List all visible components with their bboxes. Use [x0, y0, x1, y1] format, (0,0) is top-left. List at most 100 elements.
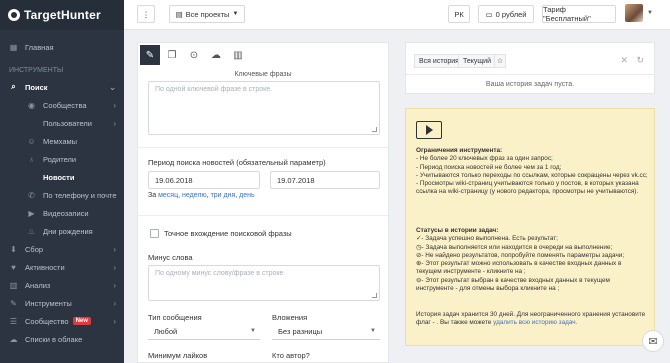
sidebar-item-main[interactable]: ▦ Главная — [0, 38, 124, 56]
sidebar-item-videos[interactable]: ▶ Видеозаписи — [0, 204, 124, 222]
menu-button[interactable]: ⋮ — [137, 5, 155, 23]
attachments-select[interactable]: Без разницы ▼ — [272, 323, 380, 340]
region-button[interactable]: РК — [448, 5, 470, 23]
sidebar-item-communities[interactable]: ◉ Сообщества › — [0, 96, 124, 114]
avatar[interactable] — [625, 4, 643, 22]
folder-icon: ▤ — [175, 9, 183, 19]
sidebar-item-cloud-lists[interactable]: ☁ Списки в облаке — [0, 330, 124, 348]
more-icon: ⋮ — [142, 9, 150, 19]
statuses-title: Статусы в истории задач: — [416, 227, 499, 234]
period-label: Период поиска новостей (обязательный пар… — [148, 158, 326, 167]
cake-icon: ♨ — [27, 226, 36, 236]
tool-info-panel: Ограничения инструмента: - Не более 20 к… — [405, 108, 655, 346]
cloud-icon: ☁ — [9, 334, 18, 344]
book-icon: ▥ — [233, 49, 243, 61]
quick-period-links: За месяц, неделю, три дня, день — [148, 192, 255, 199]
top-bar: ⋮ ▤ Все проекты ▼ РК ▭ 0 рублей Тариф "Б… — [124, 0, 670, 30]
caret-down-icon: ▼ — [250, 328, 256, 334]
grid-icon: ▦ — [9, 42, 18, 52]
video-tutorial-icon[interactable] — [416, 121, 442, 139]
chat-button[interactable]: ✉ — [642, 330, 664, 352]
task-history: Вся история Текущий ☆ ✕ ↻ Ваша история з… — [405, 42, 655, 94]
sidebar-item-birthdays[interactable]: ♨ Дни рождения — [0, 222, 124, 240]
caret-down-icon[interactable]: ▼ — [647, 10, 653, 16]
chevron-right-icon: › — [113, 316, 116, 326]
message-type-select[interactable]: Любой ▼ — [148, 323, 260, 340]
location-icon: ⊙ — [189, 49, 199, 61]
video-icon: ▶ — [28, 208, 35, 218]
new-badge: New — [72, 317, 91, 325]
period-day-link[interactable]: день — [239, 192, 255, 199]
sidebar-item-parents[interactable]: ♁ Родители — [0, 150, 124, 168]
author-label: Кто автор? — [272, 351, 310, 360]
sidebar-item-collect[interactable]: ⬇ Сбор › — [0, 240, 124, 258]
date-to-input[interactable]: 19.07.2018 — [270, 171, 380, 189]
minus-words-textarea[interactable]: По одному минус слову/фразе в строке — [148, 265, 380, 301]
date-from-input[interactable]: 19.06.2018 — [148, 171, 260, 189]
tool-tabs: ✎ ❐ ⊙ ☁ ▥ — [138, 43, 388, 67]
period-week-link[interactable]: неделю — [182, 192, 207, 199]
keywords-textarea[interactable]: По одной ключевой фразе в строке. — [148, 81, 380, 135]
sidebar-item-community[interactable]: ☰ Сообщество New › — [0, 312, 124, 330]
limits-section: Ограничения инструмента: - Не более 20 к… — [416, 147, 648, 196]
sidebar-item-tools[interactable]: ✎ Инструменты › — [0, 294, 124, 312]
chevron-down-icon: ⌄ — [109, 82, 116, 92]
divider — [138, 215, 388, 216]
meme-icon: ☺ — [27, 136, 36, 146]
sidebar-item-news[interactable]: Новости — [0, 168, 124, 186]
period-month-link[interactable]: месяц — [158, 192, 178, 199]
collect-icon: ⬇ — [10, 244, 17, 254]
sidebar-item-activities[interactable]: ♥ Активности › — [0, 258, 124, 276]
chevron-right-icon: › — [113, 280, 116, 290]
sidebar-section-tools: ИНСТРУМЕНТЫ — [9, 66, 64, 74]
balance-button[interactable]: ▭ 0 рублей — [478, 5, 534, 23]
resize-handle[interactable] — [372, 293, 377, 298]
statuses-section: Статусы в истории задач: ✓- Задача успеш… — [416, 227, 625, 293]
exact-match-label: Точное вхождение поисковой фразы — [164, 229, 292, 238]
min-likes-label: Минимум лайков — [148, 351, 208, 360]
sidebar-item-users[interactable]: Пользователи › — [0, 114, 124, 132]
chat-icon: ✉ — [648, 335, 658, 348]
cloud-download-icon: ☁ — [211, 49, 221, 61]
attachments-label: Вложения — [272, 313, 308, 322]
search-icon: ⌕ — [11, 82, 16, 91]
delete-history-link[interactable]: удалить всю историю задач. — [493, 319, 577, 326]
logo[interactable]: TargetHunter — [0, 0, 124, 30]
chart-icon: ▥ — [9, 280, 18, 290]
sidebar-item-phone-email[interactable]: ✆ По телефону и почте — [0, 186, 124, 204]
keywords-label: Ключевые фразы — [234, 71, 292, 78]
tools-icon: ✎ — [10, 298, 17, 308]
resize-handle[interactable] — [372, 127, 377, 132]
tab-current[interactable]: Текущий — [458, 54, 496, 68]
tab-all-history[interactable]: Вся история — [414, 54, 464, 68]
tab-copy[interactable]: ❐ — [162, 45, 182, 65]
star-icon: ☆ — [496, 58, 504, 65]
tab-favorites[interactable]: ☆ — [494, 54, 506, 68]
users-icon: ◉ — [28, 100, 35, 110]
period-3days-link[interactable]: три дня — [211, 192, 236, 199]
sidebar-item-search[interactable]: ⌕ Поиск ⌄ — [0, 78, 124, 96]
exact-match-checkbox[interactable] — [150, 229, 159, 238]
tariff-button[interactable]: Тариф "Бесплатный" — [542, 5, 616, 23]
divider — [138, 147, 388, 148]
tab-cloud-download[interactable]: ☁ — [206, 45, 226, 65]
chevron-right-icon: › — [113, 118, 116, 128]
chevron-right-icon: › — [113, 244, 116, 254]
sidebar-item-memes[interactable]: ☺ Мемхамы — [0, 132, 124, 150]
news-icon — [27, 173, 36, 182]
close-icon[interactable]: ✕ — [620, 55, 628, 66]
sidebar-item-analysis[interactable]: ▥ Анализ › — [0, 276, 124, 294]
refresh-icon[interactable]: ↻ — [636, 55, 644, 66]
chevron-right-icon: › — [113, 100, 116, 110]
minus-words-label: Минус слова — [148, 253, 193, 262]
projects-dropdown[interactable]: ▤ Все проекты ▼ — [169, 5, 245, 23]
tab-edit[interactable]: ✎ — [140, 45, 160, 65]
chevron-right-icon: › — [113, 262, 116, 272]
chevron-right-icon: › — [113, 298, 116, 308]
message-type-label: Тип сообщения — [148, 313, 202, 322]
wallet-icon: ▭ — [485, 9, 493, 19]
tab-location[interactable]: ⊙ — [184, 45, 204, 65]
phone-icon: ✆ — [28, 190, 35, 200]
tab-book[interactable]: ▥ — [228, 45, 248, 65]
sidebar: TargetHunter ▦ Главная ИНСТРУМЕНТЫ ⌕ Пои… — [0, 0, 124, 363]
